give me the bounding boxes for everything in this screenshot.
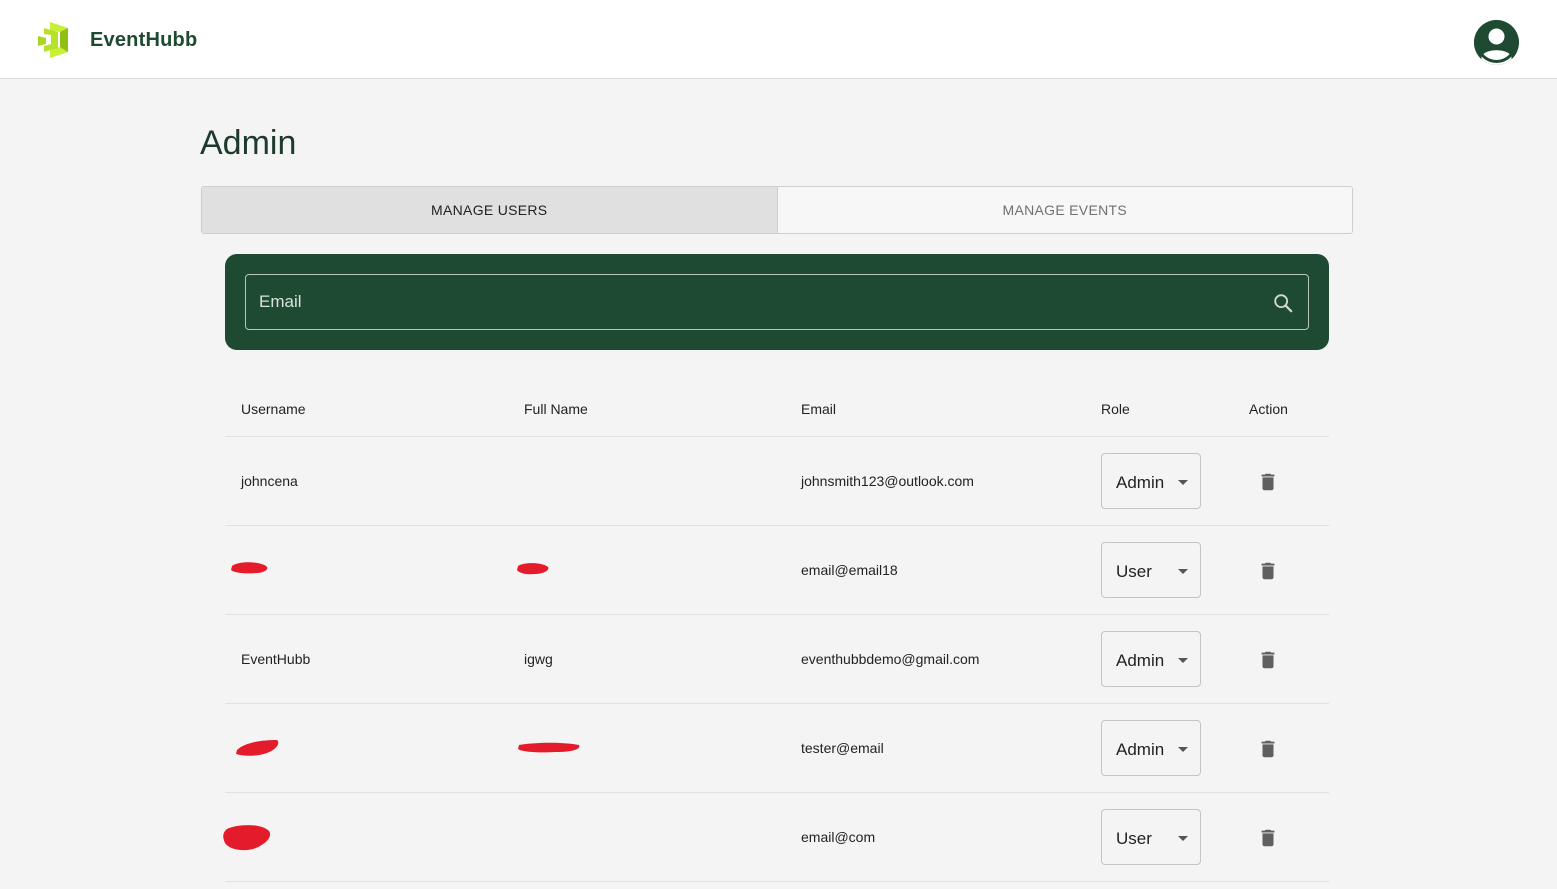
email-search-input[interactable] (246, 275, 1256, 329)
brand-logo-link[interactable]: EventHubb (38, 22, 197, 58)
chevron-down-icon (1178, 658, 1188, 663)
chevron-down-icon (1178, 569, 1188, 574)
redaction-mark (236, 740, 279, 756)
trash-icon[interactable] (1257, 827, 1279, 849)
column-header-username: Username (241, 401, 306, 417)
chevron-down-icon (1178, 836, 1188, 841)
table-header: Username Full Name Email Role Action (225, 381, 1329, 437)
table-row: johncena johnsmith123@outlook.com Admin (225, 437, 1329, 526)
stacked-chevron-logo-icon (38, 22, 68, 58)
email-cell: email@com (801, 829, 876, 845)
column-header-email: Email (801, 401, 837, 417)
username-cell: johncena (241, 473, 298, 489)
email-cell: johnsmith123@outlook.com (801, 473, 974, 489)
search-field (245, 274, 1309, 330)
role-value: Admin (1116, 651, 1165, 670)
top-bar: EventHubb (0, 0, 1557, 79)
email-cell: tester@email (801, 740, 884, 756)
column-header-role: Role (1101, 401, 1130, 417)
admin-tabs: MANAGE USERS MANAGE EVENTS (201, 186, 1353, 234)
tab-manage-events[interactable]: MANAGE EVENTS (777, 187, 1352, 233)
redaction-mark (223, 825, 271, 851)
table-row: email@email18 User (225, 526, 1329, 615)
role-value: User (1116, 562, 1152, 581)
redaction-mark (518, 742, 580, 753)
role-select[interactable]: Admin (1101, 631, 1201, 687)
search-panel (225, 254, 1329, 350)
column-header-action: Action (1249, 401, 1288, 417)
role-select[interactable]: User (1101, 542, 1201, 598)
search-icon[interactable] (1272, 292, 1294, 314)
email-cell: eventhubbdemo@gmail.com (801, 651, 980, 667)
role-select[interactable]: Admin (1101, 720, 1201, 776)
trash-icon[interactable] (1257, 649, 1279, 671)
user-avatar-icon[interactable] (1474, 20, 1519, 65)
table-row: email@com User (223, 793, 1329, 882)
trash-icon[interactable] (1257, 738, 1279, 760)
role-value: User (1116, 829, 1152, 848)
chevron-down-icon (1178, 480, 1188, 485)
column-header-full-name: Full Name (524, 401, 588, 417)
chevron-down-icon (1178, 747, 1188, 752)
role-select[interactable]: Admin (1101, 453, 1201, 509)
tab-manage-users[interactable]: MANAGE USERS (202, 187, 778, 233)
trash-icon[interactable] (1257, 471, 1279, 493)
brand-name: EventHubb (90, 28, 198, 51)
redaction-mark (231, 562, 268, 574)
trash-icon[interactable] (1257, 560, 1279, 582)
page-title: Admin (200, 124, 297, 162)
email-cell: email@email18 (801, 562, 898, 578)
role-value: Admin (1116, 473, 1165, 492)
role-value: Admin (1116, 740, 1165, 759)
full-name-cell: igwg (524, 651, 553, 667)
role-select[interactable]: User (1101, 809, 1201, 865)
table-row: EventHubb igwg eventhubbdemo@gmail.com A… (225, 615, 1329, 704)
redaction-mark (517, 563, 549, 575)
username-cell: EventHubb (241, 651, 311, 667)
users-table: Username Full Name Email Role Action joh… (223, 381, 1329, 882)
table-row: tester@email Admin (225, 704, 1329, 793)
